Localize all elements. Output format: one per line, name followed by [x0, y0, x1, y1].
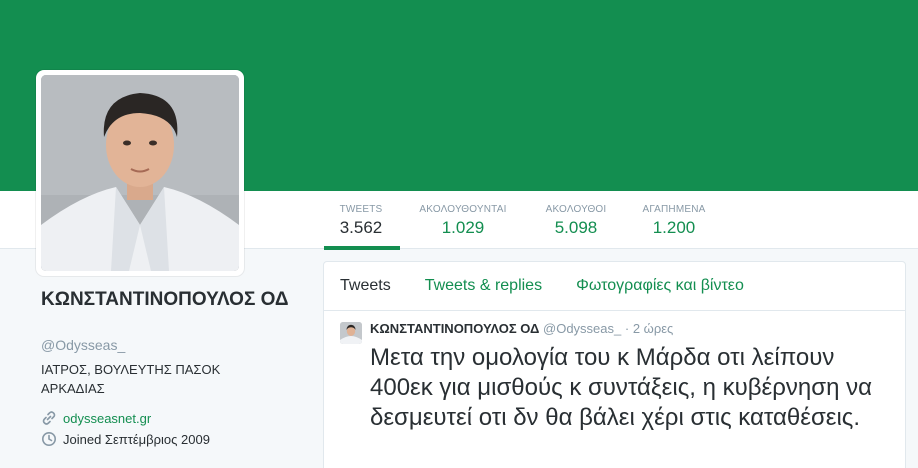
- tweet-avatar[interactable]: [340, 322, 362, 344]
- profile-joined: Joined Σεπτέμβριος 2009: [41, 431, 210, 447]
- stat-label: ΑΚΟΛΟΥΘΟΥΝΤΑΙ: [419, 204, 507, 215]
- stat-following[interactable]: ΑΚΟΛΟΥΘΟΥΝΤΑΙ 1.029: [410, 203, 516, 239]
- tweet-separator: ·: [624, 321, 630, 336]
- stat-value: 5.098: [554, 218, 598, 237]
- stat-label: ΑΚΟΛΟΥΘΟΙ: [545, 204, 607, 215]
- tweet-header: ΚΩΝΣΤΑΝΤΙΝΟΠΟΥΛΟΣ ΟΔ @Odysseas_ · 2 ώρες: [370, 321, 889, 337]
- stat-tweets[interactable]: TWEETS 3.562: [330, 203, 392, 239]
- profile-avatar-frame[interactable]: [36, 70, 244, 276]
- tab-tweets-replies[interactable]: Tweets & replies: [425, 277, 542, 295]
- profile-website[interactable]: odysseasnet.gr: [41, 410, 151, 426]
- stat-favorites[interactable]: ΑΓΑΠΗΜΕΝΑ 1.200: [634, 203, 714, 239]
- calendar-icon: [41, 431, 57, 447]
- tweet-author[interactable]: ΚΩΝΣΤΑΝΤΙΝΟΠΟΥΛΟΣ ΟΔ: [370, 321, 539, 336]
- joined-date: Joined Σεπτέμβριος 2009: [63, 431, 210, 447]
- profile-handle[interactable]: @Odysseas_: [41, 337, 125, 353]
- tab-tweets[interactable]: Tweets: [340, 277, 391, 295]
- active-stat-indicator: [324, 246, 400, 250]
- tweet-timestamp[interactable]: 2 ώρες: [633, 321, 673, 336]
- tweet-text: Μετα την ομολογία του κ Μάρδα οτι λείπου…: [370, 344, 872, 431]
- timeline-tabs: Tweets Tweets & replies Φωτογραφίες και …: [324, 262, 905, 311]
- stat-followers[interactable]: ΑΚΟΛΟΥΘΟΙ 5.098: [536, 203, 616, 239]
- timeline: Tweets Tweets & replies Φωτογραφίες και …: [323, 261, 906, 468]
- avatar: [41, 75, 239, 271]
- website-link[interactable]: odysseasnet.gr: [63, 411, 151, 426]
- stat-value: 3.562: [339, 218, 383, 237]
- link-icon: [41, 410, 57, 426]
- stat-label: TWEETS: [339, 204, 383, 215]
- stat-label: ΑΓΑΠΗΜΕΝΑ: [642, 204, 706, 215]
- stat-value: 1.029: [441, 218, 485, 237]
- profile-name[interactable]: ΚΩΝΣΤΑΝΤΙΝΟΠΟΥΛΟΣ ΟΔ: [41, 289, 311, 311]
- tab-photos-videos[interactable]: Φωτογραφίες και βίντεο: [576, 277, 744, 295]
- stat-value: 1.200: [652, 218, 696, 237]
- profile-bio: ΙΑΤΡΟΣ, ΒΟΥΛΕΥΤΗΣ ΠΑΣΟΚ ΑΡΚΑΔΙΑΣ: [41, 362, 221, 396]
- tweet[interactable]: ΚΩΝΣΤΑΝΤΙΝΟΠΟΥΛΟΣ ΟΔ @Odysseas_ · 2 ώρες…: [324, 311, 905, 433]
- tweet-handle[interactable]: @Odysseas_: [543, 321, 621, 336]
